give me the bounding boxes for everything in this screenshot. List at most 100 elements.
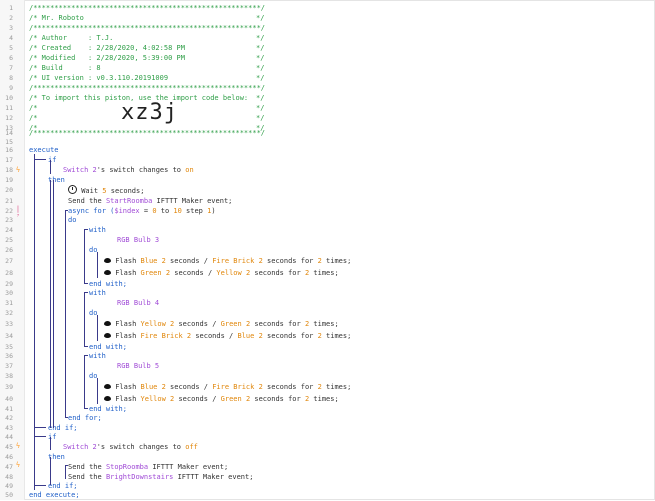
- seconds-label: seconds: [170, 257, 200, 265]
- device-switch-2[interactable]: Switch 2: [63, 166, 97, 174]
- line-number: 12: [5, 114, 13, 122]
- bulb-icon: [104, 384, 111, 389]
- flash-label: Flash: [115, 257, 137, 265]
- flash-statement[interactable]: Flash Yellow 2 seconds / Green 2 seconds…: [104, 393, 339, 405]
- device-switch-2[interactable]: Switch 2: [63, 443, 97, 451]
- block-guide: [84, 408, 88, 409]
- block-guide: [84, 292, 85, 346]
- line-number: 40: [5, 395, 13, 403]
- repeat-value: 2: [317, 383, 322, 391]
- trigger-lightning-icon: ϟ: [15, 442, 21, 450]
- line-number: 38: [5, 372, 13, 380]
- times-label: times;: [326, 257, 352, 265]
- bulb-icon: [104, 396, 111, 401]
- block-guide: [65, 465, 68, 466]
- device-rgb-bulb-4[interactable]: RGB Bulb 4: [117, 297, 159, 309]
- slash: /: [207, 395, 221, 403]
- line-number: 27: [5, 257, 13, 265]
- line-number: 46: [5, 453, 13, 461]
- condition-switch-on[interactable]: Switch 2's switch changes to on: [63, 164, 194, 176]
- line-number: 19: [5, 176, 13, 184]
- line-number: 21: [5, 197, 13, 205]
- line-number: 16: [5, 146, 13, 154]
- duration-value: 2: [258, 383, 263, 391]
- color-fire-brick: Fire Brick: [212, 257, 255, 265]
- line-number: 50: [5, 491, 13, 499]
- bulb-icon: [104, 321, 111, 326]
- ifttt-label: IFTTT Maker event;: [156, 197, 233, 205]
- line-number: 34: [5, 332, 13, 340]
- send-label: Send the: [68, 463, 102, 471]
- block-guide: [53, 180, 54, 428]
- block-guide: [34, 154, 35, 490]
- block-guide: [34, 485, 46, 486]
- line-number: 33: [5, 320, 13, 328]
- event-stop-roomba: StopRoomba: [105, 463, 149, 471]
- duration-value: 2: [245, 395, 251, 403]
- duration-value: 2: [245, 269, 251, 277]
- value-off: off: [185, 443, 198, 451]
- bulb-icon: [104, 270, 111, 275]
- with-keyword[interactable]: with: [89, 350, 106, 362]
- seconds-label: seconds: [178, 395, 208, 403]
- times-label: times;: [313, 269, 339, 277]
- with-keyword[interactable]: with: [89, 224, 106, 236]
- for-label: seconds for: [254, 395, 301, 403]
- line-number: 30: [5, 289, 13, 297]
- line-number: 32: [5, 309, 13, 317]
- color-blue: Blue: [140, 383, 158, 391]
- line-number: 43: [5, 424, 13, 432]
- block-guide: [97, 252, 98, 278]
- seconds-label: seconds: [178, 320, 208, 328]
- wait-label: Wait: [81, 187, 99, 195]
- line-number: 42: [5, 414, 13, 422]
- value-on: on: [185, 166, 194, 174]
- repeat-value: 2: [304, 395, 310, 403]
- line-number: 14: [5, 129, 13, 137]
- flash-label: Flash: [115, 269, 137, 277]
- flash-statement[interactable]: Flash Blue 2 seconds / Fire Brick 2 seco…: [104, 255, 351, 267]
- color-blue: Blue: [237, 332, 255, 340]
- color-green: Green: [220, 320, 242, 328]
- device-rgb-bulb-5[interactable]: RGB Bulb 5: [117, 360, 159, 372]
- flash-statement[interactable]: Flash Blue 2 seconds / Fire Brick 2 seco…: [104, 381, 351, 393]
- end-execute-keyword[interactable]: end execute;: [29, 489, 80, 501]
- import-code[interactable]: xz3j: [121, 100, 178, 125]
- close-paren: ): [211, 207, 216, 215]
- device-rgb-bulb-3[interactable]: RGB Bulb 3: [117, 234, 159, 246]
- slash: /: [199, 383, 213, 391]
- block-guide: [84, 355, 88, 356]
- duration-value: 2: [165, 269, 171, 277]
- line-number: 3: [9, 24, 13, 32]
- block-guide: [65, 210, 66, 417]
- block-guide: [84, 229, 88, 230]
- line-number: 39: [5, 383, 13, 391]
- equals-sign: =: [139, 207, 153, 215]
- line-number: 22: [5, 207, 13, 215]
- line-number: 26: [5, 246, 13, 254]
- flash-label: Flash: [115, 383, 137, 391]
- flash-statement[interactable]: Flash Yellow 2 seconds / Green 2 seconds…: [104, 318, 339, 330]
- with-keyword[interactable]: with: [89, 287, 106, 299]
- duration-value: 2: [161, 383, 166, 391]
- bulb-icon: [104, 258, 111, 263]
- do-keyword[interactable]: do: [68, 214, 76, 226]
- condition-switch-off[interactable]: Switch 2's switch changes to off: [63, 441, 198, 453]
- line-number: 20: [5, 186, 13, 194]
- line-number: 37: [5, 362, 13, 370]
- repeat-value: 2: [304, 269, 310, 277]
- color-green: Green: [140, 269, 162, 277]
- slash: /: [224, 332, 238, 340]
- condition-text: 's switch changes to: [96, 166, 182, 174]
- line-number: 4: [9, 34, 13, 42]
- send-bright-downstairs[interactable]: Send the BrightDownstairs IFTTT Maker ev…: [68, 471, 253, 483]
- flash-statement[interactable]: Flash Green 2 seconds / Yellow 2 seconds…: [104, 267, 339, 279]
- async-icon: |⁷: [15, 205, 21, 221]
- duration-value: 2: [186, 332, 192, 340]
- flash-label: Flash: [115, 320, 137, 328]
- async-for-loop[interactable]: async for ($index = 0 to 10 step 1): [68, 205, 216, 217]
- duration-value: 2: [258, 332, 263, 340]
- flash-statement[interactable]: Flash Fire Brick 2 seconds / Blue 2 seco…: [104, 330, 351, 342]
- color-yellow: Yellow: [140, 320, 166, 328]
- loop-variable: $index: [114, 207, 140, 215]
